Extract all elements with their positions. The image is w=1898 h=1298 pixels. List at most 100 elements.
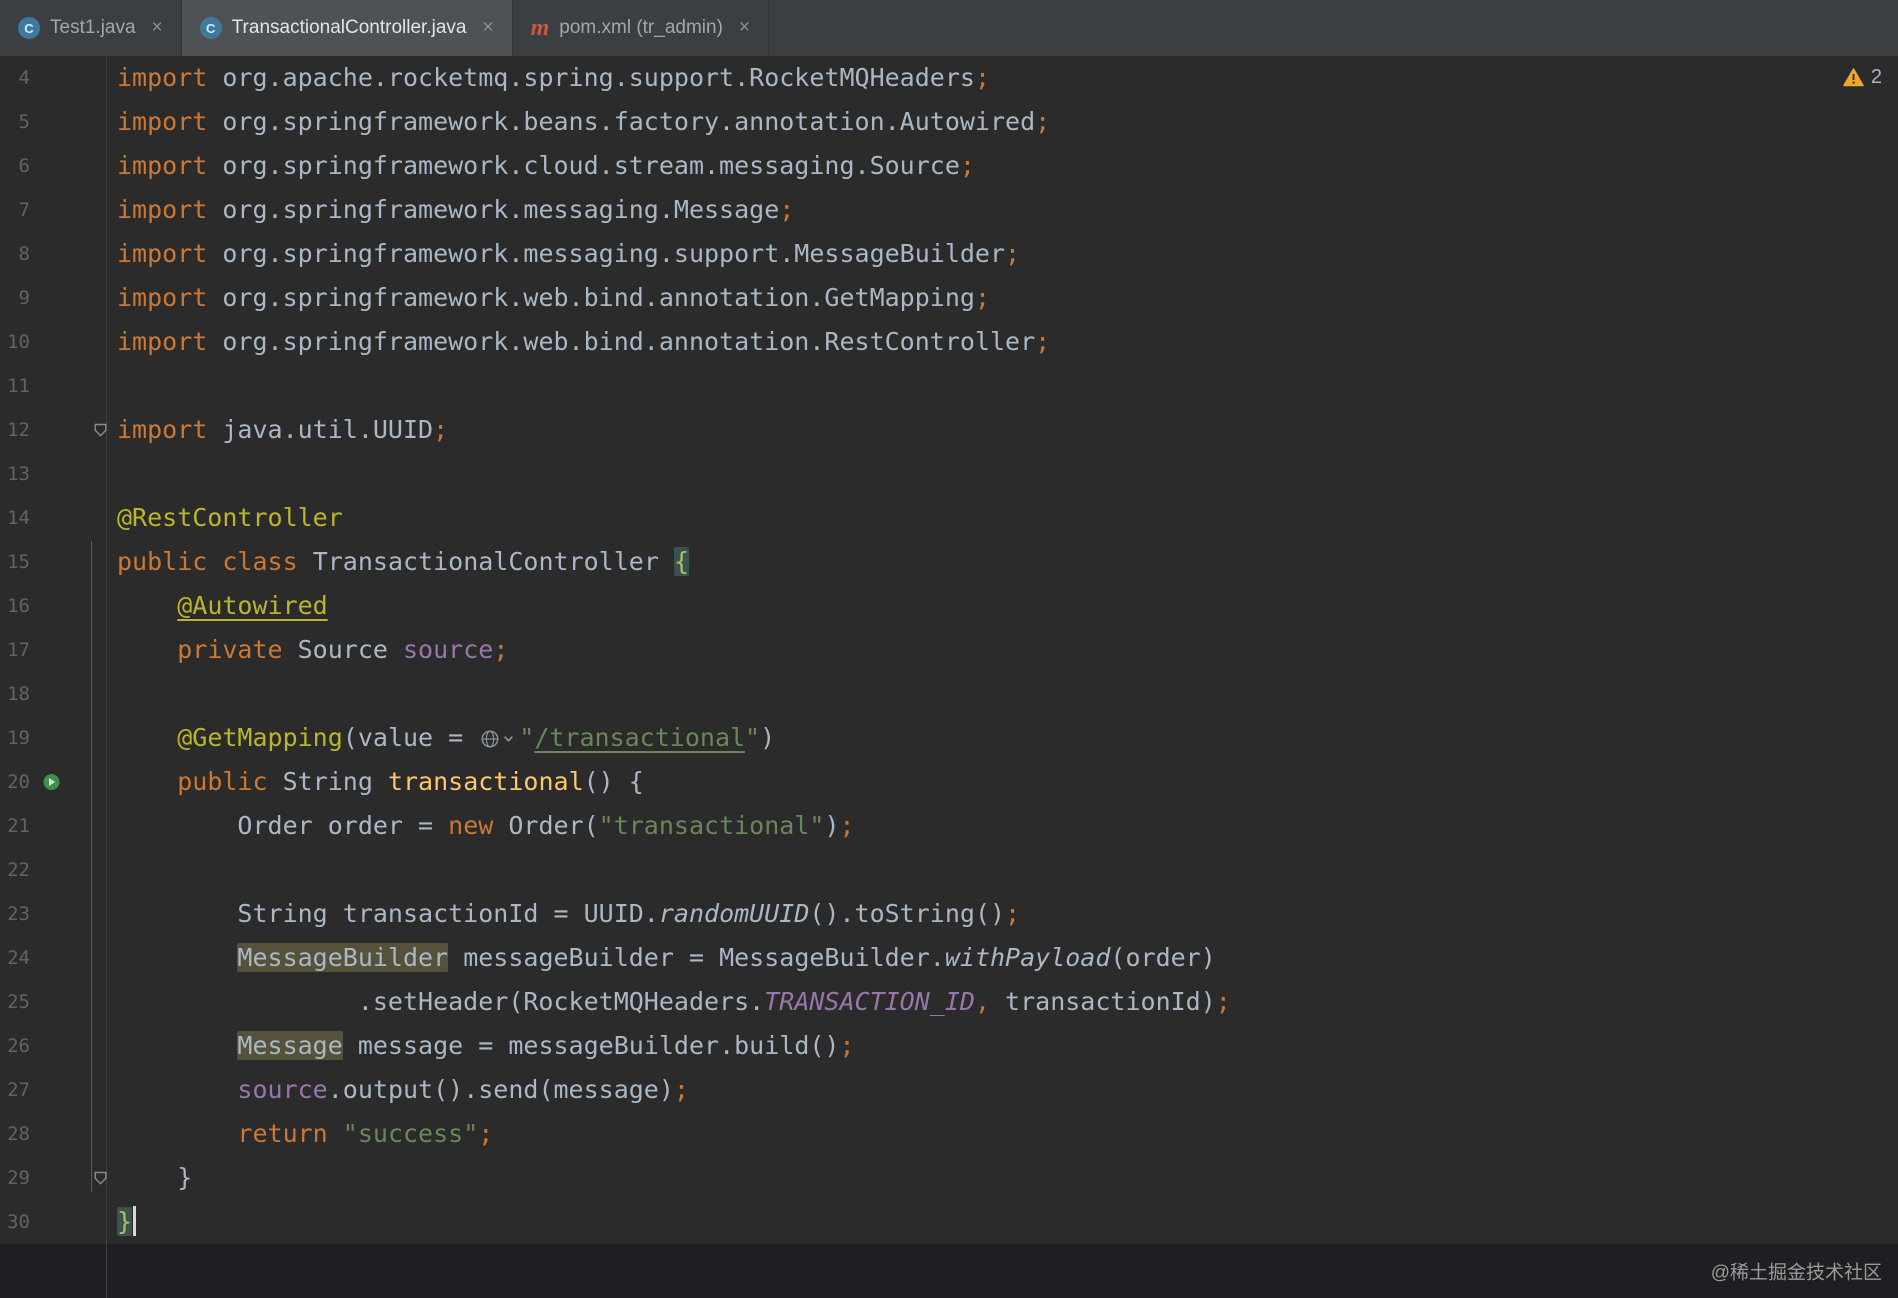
- code-text[interactable]: @RestController: [106, 496, 343, 540]
- code-text[interactable]: import org.springframework.cloud.stream.…: [106, 144, 975, 188]
- code-text[interactable]: private Source source;: [106, 628, 508, 672]
- code-text[interactable]: return "success";: [106, 1112, 493, 1156]
- code-token: ;: [1035, 107, 1051, 136]
- line-number: 9: [18, 287, 30, 309]
- gutter[interactable]: 5: [0, 100, 106, 144]
- editor-tab-bar: C Test1.java × C TransactionalController…: [0, 0, 1898, 56]
- code-text[interactable]: [106, 364, 117, 408]
- code-line: 26 Message message = messageBuilder.buil…: [0, 1024, 1898, 1068]
- maven-icon: m: [530, 15, 550, 41]
- gutter[interactable]: 6: [0, 144, 106, 188]
- code-token: (value =: [342, 723, 479, 752]
- code-token: Order order =: [117, 811, 449, 840]
- code-text[interactable]: }: [106, 1156, 192, 1200]
- code-text[interactable]: String transactionId = UUID.randomUUID()…: [106, 892, 1020, 936]
- code-lines: 4 import org.apache.rocketmq.spring.suppo…: [0, 56, 1898, 1244]
- fold-icon[interactable]: [92, 422, 109, 439]
- code-line: 5 import org.springframework.beans.factor…: [0, 100, 1898, 144]
- code-text[interactable]: [106, 452, 117, 496]
- tab-transactionalcontroller-java[interactable]: C TransactionalController.java ×: [181, 0, 513, 56]
- code-token: ;: [1215, 987, 1231, 1016]
- code-token: TransactionalController: [297, 547, 674, 576]
- code-token: ;: [959, 151, 975, 180]
- gutter[interactable]: 12: [0, 408, 109, 452]
- code-text[interactable]: MessageBuilder messageBuilder = MessageB…: [106, 936, 1216, 980]
- code-token: ;: [839, 1031, 855, 1060]
- close-tab-icon[interactable]: ×: [739, 17, 750, 39]
- watermark: @稀土掘金技术社区: [1710, 1262, 1882, 1284]
- gutter[interactable]: 14: [0, 496, 106, 540]
- code-text[interactable]: public class TransactionalController {: [106, 540, 689, 584]
- code-text[interactable]: }: [106, 1200, 137, 1244]
- code-text[interactable]: source.output().send(message);: [106, 1068, 689, 1112]
- code-token: ;: [839, 811, 855, 840]
- line-number: 6: [18, 155, 30, 177]
- code-token: ": [745, 723, 761, 752]
- code-text[interactable]: @GetMapping(value = "/transactional"): [106, 716, 775, 760]
- line-number: 28: [7, 1123, 30, 1145]
- code-line: 12 import java.util.UUID;: [0, 408, 1898, 452]
- code-token: @GetMapping: [177, 723, 343, 752]
- code-token: ;: [1005, 899, 1021, 928]
- code-text[interactable]: @Autowired: [106, 584, 328, 628]
- fold-icon[interactable]: [92, 1170, 109, 1187]
- line-number: 21: [7, 815, 30, 837]
- code-text[interactable]: import org.springframework.beans.factory…: [106, 100, 1050, 144]
- gutter[interactable]: 4: [0, 56, 106, 100]
- code-token: ;: [478, 1119, 494, 1148]
- close-tab-icon[interactable]: ×: [152, 17, 163, 39]
- warning-icon: [1843, 68, 1864, 87]
- inspections-widget[interactable]: 2: [1843, 66, 1882, 89]
- gutter[interactable]: 11: [0, 364, 106, 408]
- code-text[interactable]: public String transactional() {: [106, 760, 644, 804]
- gutter[interactable]: 30: [0, 1200, 106, 1244]
- code-text[interactable]: import org.springframework.messaging.Mes…: [106, 188, 794, 232]
- code-text[interactable]: import org.apache.rocketmq.spring.suppor…: [106, 56, 990, 100]
- code-line: 30}: [0, 1200, 1898, 1244]
- code-text[interactable]: Message message = messageBuilder.build()…: [106, 1024, 855, 1068]
- code-text[interactable]: import org.springframework.web.bind.anno…: [106, 320, 1050, 364]
- code-line: 22: [0, 848, 1898, 892]
- gutter[interactable]: 7: [0, 188, 106, 232]
- code-text[interactable]: import org.springframework.messaging.sup…: [106, 232, 1020, 276]
- code-line: 19 @GetMapping(value = "/transactional"): [0, 716, 1898, 760]
- code-text[interactable]: [106, 848, 117, 892]
- tab-test1-java[interactable]: C Test1.java ×: [0, 0, 182, 56]
- code-token: source: [237, 1075, 328, 1104]
- line-number: 18: [7, 683, 30, 705]
- code-token: org.springframework.cloud.stream.messagi…: [207, 151, 960, 180]
- code-line: 9 import org.springframework.web.bind.ann…: [0, 276, 1898, 320]
- code-token: import: [117, 283, 208, 312]
- code-line: 20 public String transactional() {: [0, 760, 1898, 804]
- code-line: 25 .setHeader(RocketMQHeaders.TRANSACTIO…: [0, 980, 1898, 1024]
- code-token: String transactionId = UUID.: [117, 899, 659, 928]
- gutter[interactable]: 10: [0, 320, 106, 364]
- line-number: 5: [18, 111, 30, 133]
- close-tab-icon[interactable]: ×: [482, 17, 493, 39]
- gutter[interactable]: 13: [0, 452, 106, 496]
- fold-range-guide: [91, 541, 92, 1192]
- gutter[interactable]: 8: [0, 232, 106, 276]
- gutter[interactable]: 9: [0, 276, 106, 320]
- tab-pom-xml[interactable]: m pom.xml (tr_admin) ×: [513, 0, 770, 56]
- code-token: String: [267, 767, 388, 796]
- code-token: org.springframework.web.bind.annotation.…: [207, 283, 975, 312]
- code-token: Order(: [493, 811, 599, 840]
- code-text[interactable]: import java.util.UUID;: [106, 408, 448, 452]
- code-text[interactable]: .setHeader(RocketMQHeaders.TRANSACTION_I…: [106, 980, 1231, 1024]
- code-text[interactable]: import org.springframework.web.bind.anno…: [106, 276, 990, 320]
- run-gutter-icon[interactable]: [42, 773, 61, 792]
- code-token: import: [117, 151, 208, 180]
- line-number: 15: [7, 551, 30, 573]
- code-token: ;: [1035, 327, 1051, 356]
- bottom-panel: @稀土掘金技术社区: [0, 1244, 1898, 1298]
- code-token: TRANSACTION_ID: [764, 987, 975, 1016]
- code-text[interactable]: [106, 672, 117, 716]
- url-globe-icon[interactable]: [480, 729, 514, 749]
- tab-label: pom.xml (tr_admin): [559, 17, 723, 38]
- code-text[interactable]: Order order = new Order("transactional")…: [106, 804, 855, 848]
